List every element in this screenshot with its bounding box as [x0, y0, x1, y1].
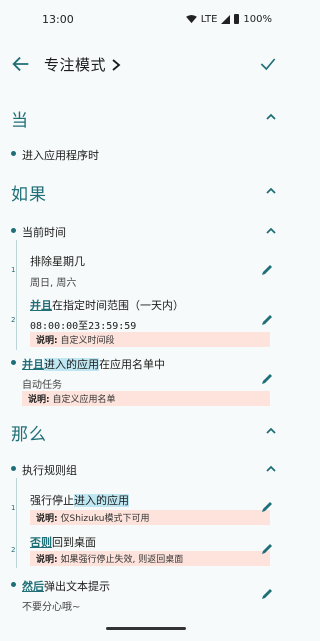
condition-index-2: 2 [11, 316, 16, 324]
condition-3-value: 自动任务 [22, 380, 62, 391]
signal-icon [221, 14, 231, 24]
edit-pencil-icon[interactable] [260, 542, 274, 556]
action-1-title[interactable]: 强行停止进入的应用 [30, 492, 129, 508]
condition-2-note: 说明: 自定义时间段 [30, 332, 270, 347]
app-bar: 专注模式 [0, 44, 292, 84]
trigger-label[interactable]: 进入应用程序时 [22, 147, 99, 163]
edit-pencil-icon[interactable] [260, 372, 274, 386]
action-2-title[interactable]: 否则回到桌面 [30, 534, 96, 550]
page-title: 专注模式 [44, 56, 107, 74]
section-title-then: 那么 [11, 425, 47, 445]
bullet-icon [11, 360, 16, 365]
network-label: LTE [200, 13, 218, 25]
edit-pencil-icon[interactable] [260, 263, 274, 277]
collapse-if-icon[interactable] [264, 184, 278, 198]
status-time: 13:00 [42, 12, 74, 26]
condition-1-value: 周日, 周六 [30, 278, 77, 289]
section-title-when: 当 [11, 111, 29, 131]
action-3-title[interactable]: 然后弹出文本提示 [22, 578, 110, 594]
collapse-when-icon[interactable] [264, 110, 278, 124]
action-group-label[interactable]: 执行规则组 [22, 462, 77, 478]
collapse-action-group-icon[interactable] [264, 462, 278, 476]
action-index-2: 2 [11, 546, 16, 554]
bullet-icon [11, 151, 16, 156]
back-arrow-icon[interactable] [10, 53, 32, 75]
bullet-icon [11, 582, 16, 587]
edit-pencil-icon[interactable] [260, 500, 274, 514]
save-check-icon[interactable] [258, 54, 278, 74]
action-index-1: 1 [11, 504, 16, 512]
condition-1-title[interactable]: 排除星期几 [30, 253, 85, 269]
collapse-then-icon[interactable] [264, 424, 278, 438]
action-1-note: 说明: 仅Shizuku模式下可用 [30, 510, 270, 525]
group-connector-line [16, 240, 17, 350]
bullet-icon [11, 228, 16, 233]
edit-pencil-icon[interactable] [260, 587, 274, 601]
battery-label: 100% [243, 13, 272, 25]
condition-3-note: 说明: 自定义应用名单 [22, 391, 270, 406]
home-indicator[interactable] [106, 627, 186, 630]
chevron-right-icon [112, 58, 121, 71]
status-bar: 13:00 LTE 100% [0, 0, 292, 38]
battery-icon [234, 14, 240, 24]
bullet-icon [11, 466, 16, 471]
group-connector-line [16, 478, 17, 568]
edit-pencil-icon[interactable] [260, 313, 274, 327]
action-2-note: 说明: 如果强行停止失效, 则返回桌面 [30, 551, 270, 566]
condition-group-label[interactable]: 当前时间 [22, 224, 66, 240]
condition-2-title[interactable]: 并且在指定时间范围（一天内） [30, 297, 184, 313]
status-icons: LTE 100% [185, 13, 272, 25]
title-button[interactable]: 专注模式 [44, 54, 122, 75]
condition-2-value: 08:00:00至23:59:59 [30, 321, 137, 332]
condition-3-title[interactable]: 并且进入的应用在应用名单中 [22, 356, 165, 372]
section-title-if: 如果 [11, 185, 47, 205]
collapse-condition-group-icon[interactable] [264, 224, 278, 238]
action-3-value: 不要分心哦~ [22, 602, 81, 613]
condition-index-1: 1 [11, 266, 16, 274]
wifi-icon [185, 14, 197, 23]
